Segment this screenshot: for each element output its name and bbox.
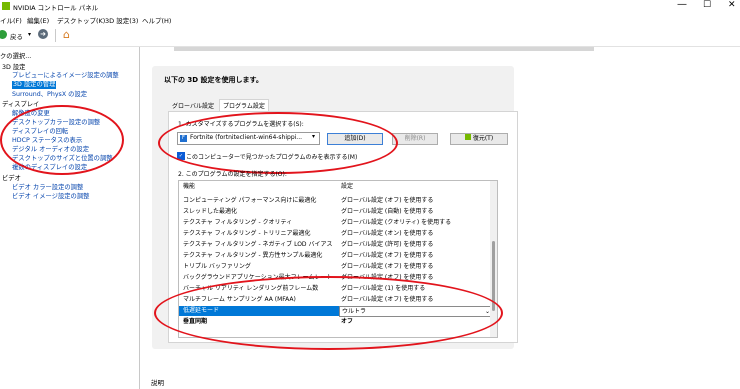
- back-dropdown-icon[interactable]: ▾: [28, 31, 31, 38]
- scrollbar-thumb[interactable]: [492, 241, 495, 311]
- restore-button[interactable]: 復元(T): [450, 133, 508, 145]
- sidebar-item-surround[interactable]: Surround、PhysX の設定: [12, 91, 87, 99]
- home-icon[interactable]: ⌂: [63, 28, 70, 41]
- table-row[interactable]: マルチフレーム サンプリング AA (MFAA) グローバル設定 (オフ) を使用…: [179, 295, 497, 305]
- column-feature: 機能: [183, 183, 196, 190]
- forward-icon[interactable]: ➜: [38, 29, 48, 39]
- show-only-label[interactable]: このコンピューターで見つかったプログラムのみを表示する(M): [186, 152, 357, 161]
- menu-bar: イル(F) 編集(E) デスクトップ(K) 3D 設定(3) ヘルプ(H): [0, 12, 740, 26]
- row-feature: バックグラウンドアプリケーション最大フレームレート: [183, 274, 333, 281]
- step1-label: 1. カスタマイズするプログラムを選択する(S):: [178, 121, 304, 128]
- menu-desktop[interactable]: デスクトップ(K): [57, 15, 105, 25]
- sidebar-group-display[interactable]: ディスプレイ: [2, 101, 39, 109]
- sidebar-item-audio[interactable]: デジタル オーディオの設定: [12, 146, 89, 154]
- add-program-button[interactable]: 追加(D): [327, 133, 383, 145]
- settings-list[interactable]: 機能 設定 コンピューティング パフォーマンス向けに最適化グローバル設定 (オフ…: [178, 180, 498, 338]
- table-row[interactable]: テクスチャ フィルタリング - クオリティ グローバル設定 (クオリティ) を使用…: [179, 218, 497, 228]
- row-feature: コンピューティング パフォーマンス向けに最適化: [183, 197, 317, 204]
- toolbar: 戻る ▾ ➜ ⌂: [0, 26, 740, 47]
- row-setting-value: ウルトラ: [342, 308, 367, 315]
- show-only-checkbox[interactable]: ✓: [177, 152, 185, 160]
- table-row[interactable]: 垂直同期 オフ: [179, 317, 497, 327]
- table-row-selected[interactable]: 低遅延モード ウルトラ ⌄: [179, 306, 497, 317]
- table-row[interactable]: トリプル バッファリング グローバル設定 (オフ) を使用する: [179, 262, 497, 272]
- sidebar-item-video-image[interactable]: ビデオ イメージ設定の調整: [12, 193, 89, 201]
- tab-global-settings[interactable]: グローバル設定: [169, 100, 217, 111]
- row-setting: グローバル設定 (クオリティ) を使用する: [341, 219, 452, 226]
- sidebar-item-desktop-size[interactable]: デスクトップのサイズと位置の調整: [12, 155, 113, 163]
- step2-label: 2. このプログラムの設定を指定する(O):: [178, 171, 287, 178]
- column-setting: 設定: [341, 183, 354, 190]
- row-feature: マルチフレーム サンプリング AA (MFAA): [183, 296, 296, 303]
- menu-help[interactable]: ヘルプ(H): [142, 15, 171, 25]
- row-feature: テクスチャ フィルタリング - クオリティ: [183, 219, 293, 226]
- sidebar-item-resolution[interactable]: 解像度の変更: [12, 110, 50, 118]
- minimize-button[interactable]: —: [677, 0, 687, 10]
- row-setting: グローバル設定 (オン) を使用する: [341, 230, 434, 237]
- row-setting: オフ: [341, 318, 354, 325]
- sidebar-item-manage-3d[interactable]: 3D 設定の管理: [12, 81, 57, 89]
- back-icon[interactable]: [0, 30, 7, 39]
- program-select-value: Fortnite (fortniteclient-win64-shippi...: [190, 134, 303, 141]
- table-row[interactable]: テクスチャ フィルタリング - トリリニア最適化 グローバル設定 (オン) を使用…: [179, 229, 497, 239]
- row-feature: テクスチャ フィルタリング - トリリニア最適化: [183, 230, 311, 237]
- remove-program-button[interactable]: 削除(R): [392, 133, 438, 145]
- sidebar-group-3d[interactable]: 3D 設定: [2, 64, 25, 72]
- table-row[interactable]: スレッドした最適化 グローバル設定 (自動) を使用する: [179, 207, 497, 217]
- row-setting-select[interactable]: ウルトラ ⌄: [339, 306, 493, 317]
- section-heading: 以下の 3D 設定を使用します。: [164, 76, 263, 84]
- row-setting: グローバル設定 (オフ) を使用する: [341, 197, 434, 204]
- row-feature: 垂直同期: [183, 318, 208, 325]
- table-row[interactable]: テクスチャ フィルタリング - ネガティブ LOD バイアス グローバル設定 (許…: [179, 240, 497, 250]
- title-bar: NVIDIA コントロール パネル — ☐ ✕: [0, 0, 740, 12]
- row-setting: グローバル設定 (オフ) を使用する: [341, 252, 434, 259]
- window-title: NVIDIA コントロール パネル: [13, 4, 99, 12]
- row-feature: バーチャル リアリティ レンダリング前フレーム数: [183, 285, 319, 292]
- faded-intro-text: [174, 47, 594, 51]
- row-feature: テクスチャ フィルタリング - 異方性サンプル最適化: [183, 252, 323, 259]
- row-feature: トリプル バッファリング: [183, 263, 251, 270]
- program-select[interactable]: F Fortnite (fortniteclient-win64-shippi.…: [177, 132, 320, 145]
- row-setting: グローバル設定 (オフ) を使用する: [341, 263, 434, 270]
- close-button[interactable]: ✕: [728, 0, 736, 10]
- table-row[interactable]: コンピューティング パフォーマンス向けに最適化 グローバル設定 (オフ) を使用す…: [179, 196, 497, 206]
- sidebar-item-multi-display[interactable]: 複数のディスプレイの設定: [12, 164, 87, 172]
- description-label: 説明: [151, 379, 164, 387]
- sidebar-item-hdcp[interactable]: HDCP ステータスの表示: [12, 137, 82, 145]
- tab-program-settings[interactable]: プログラム設定: [219, 99, 269, 111]
- sidebar-item-video-color[interactable]: ビデオ カラー設定の調整: [12, 184, 83, 192]
- row-feature: テクスチャ フィルタリング - ネガティブ LOD バイアス: [183, 241, 333, 248]
- sidebar-item-desktop-color[interactable]: デスクトップカラー設定の調整: [12, 119, 100, 127]
- row-setting: グローバル設定 (オフ) を使用する: [341, 296, 434, 303]
- menu-file[interactable]: イル(F): [0, 15, 22, 25]
- chevron-down-icon: ▾: [312, 133, 316, 140]
- restore-label: 復元(T): [472, 135, 494, 142]
- row-setting: グローバル設定 (自動) を使用する: [341, 208, 434, 215]
- maximize-button[interactable]: ☐: [703, 0, 711, 10]
- sidebar-item-preview[interactable]: プレビューによるイメージ設定の調整: [12, 72, 119, 80]
- sidebar-group-video[interactable]: ビデオ: [2, 175, 21, 183]
- table-row[interactable]: テクスチャ フィルタリング - 異方性サンプル最適化 グローバル設定 (オフ) を…: [179, 251, 497, 261]
- back-label[interactable]: 戻る: [10, 31, 23, 41]
- sidebar-item-rotate[interactable]: ディスプレイの回転: [12, 128, 68, 136]
- row-setting: グローバル設定 (オフ) を使用する: [341, 274, 434, 281]
- table-row[interactable]: バーチャル リアリティ レンダリング前フレーム数 グローバル設定 (1) を使用す…: [179, 284, 497, 294]
- table-row[interactable]: バックグラウンドアプリケーション最大フレームレート グローバル設定 (オフ) を使…: [179, 273, 497, 283]
- sidebar-header: クの選択...: [0, 53, 32, 60]
- row-feature: スレッドした最適化: [183, 208, 238, 215]
- row-feature: 低遅延モード: [183, 307, 220, 314]
- row-setting: グローバル設定 (1) を使用する: [341, 285, 426, 292]
- task-sidebar: クの選択... 3D 設定 プレビューによるイメージ設定の調整 3D 設定の管理…: [0, 47, 140, 389]
- nvidia-icon: [464, 134, 471, 140]
- list-scrollbar[interactable]: [490, 181, 497, 337]
- toolbar-divider: [55, 29, 56, 42]
- row-setting: グローバル設定 (許可) を使用する: [341, 241, 434, 248]
- list-header: 機能 設定: [179, 182, 497, 192]
- menu-3d-settings[interactable]: 3D 設定(3): [105, 15, 138, 25]
- program-icon: F: [180, 135, 187, 142]
- app-icon: [2, 2, 10, 10]
- menu-edit[interactable]: 編集(E): [27, 15, 49, 25]
